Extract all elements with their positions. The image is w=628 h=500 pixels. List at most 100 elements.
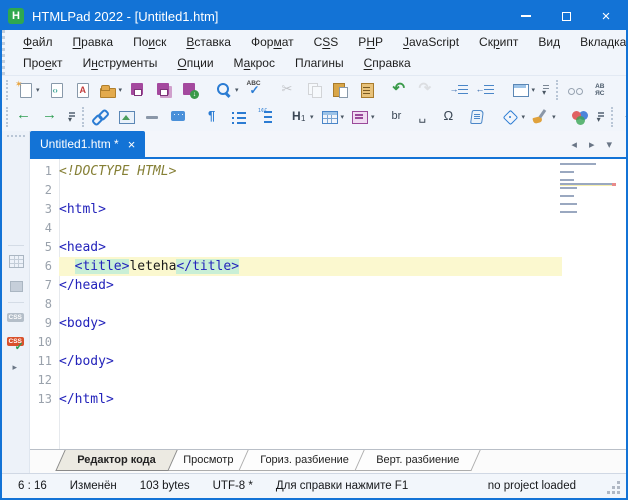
menu-format[interactable]: Формат [241,33,304,51]
menu-php[interactable]: PHP [348,33,393,51]
view-tab-horizontal-split[interactable]: Гориз. разбиение [238,450,370,471]
special-characters-button[interactable]: ▾ [618,105,628,129]
insert-nbsp-button[interactable] [413,105,437,129]
open-file-button[interactable]: ▾ [96,78,125,102]
format-painter-button[interactable]: ▾ [529,105,558,129]
spell-check-button[interactable] [243,78,267,102]
insert-script-button[interactable] [465,105,489,129]
color-picker-button[interactable] [568,105,592,129]
toolbar-gripper[interactable] [82,107,84,127]
chunk-overflow-button[interactable] [539,78,553,102]
search-button[interactable]: ▾ [212,78,241,102]
navigate-forward-button[interactable] [39,105,63,129]
insert-image-icon [117,108,137,126]
toolbar-gripper[interactable] [556,80,558,100]
toolbar-gripper[interactable] [6,107,8,127]
nav-overflow-button[interactable] [65,105,79,129]
insert-form-button[interactable]: ▾ [348,105,377,129]
minimize-button[interactable] [506,2,546,30]
side-toolbar [2,131,30,473]
insert-image-button[interactable] [115,105,139,129]
copy-button[interactable] [303,78,327,102]
insert-heading-button[interactable]: ▾ [287,105,316,129]
prev-tab-button[interactable]: ◂ [565,138,583,151]
table-helper-button[interactable] [4,249,28,273]
replace-translit-button[interactable] [589,78,613,102]
menu-edit[interactable]: Правка [63,33,124,51]
code-editor[interactable]: 1<!DOCTYPE HTML>23<html>45<head>6 <title… [30,159,626,449]
insert-symbol-button[interactable] [439,105,463,129]
snippet-add-button[interactable] [4,142,28,166]
menu-tools[interactable]: Инструменты [73,54,168,72]
cut-button[interactable] [277,78,301,102]
navigate-back-button[interactable] [13,105,37,129]
new-file-button[interactable]: ▾ [13,78,42,102]
side-toolbar-gripper[interactable] [7,135,25,139]
undo-button[interactable] [389,78,413,102]
html-overflow-button[interactable] [594,105,608,129]
insert-br-button[interactable] [387,105,411,129]
insert-paragraph-button[interactable] [201,105,225,129]
resize-grip[interactable] [617,481,620,484]
css-check-button[interactable] [4,331,28,355]
minimap[interactable] [560,162,616,208]
snippet-button[interactable] [4,167,28,191]
menu-css[interactable]: CSS [304,33,349,51]
outdent-button[interactable] [475,78,499,102]
div-helper-button[interactable] [4,274,28,298]
close-button[interactable]: × [586,2,626,30]
tab-close-icon[interactable]: × [128,138,136,151]
insert-link-button[interactable] [89,105,113,129]
menu-macro[interactable]: Макрос [224,54,285,72]
menu-tab[interactable]: Вкладка [570,33,628,51]
view-tab-code-editor[interactable]: Редактор кода [55,450,177,471]
css-validate-button[interactable] [4,306,28,330]
code-text: <html> [59,200,562,219]
insert-tag-button[interactable]: ▾ [499,105,528,129]
toolbar-gripper[interactable] [611,107,613,127]
code-lines: 1<!DOCTYPE HTML>23<html>45<head>6 <title… [30,159,626,409]
matched-tag: <title> [75,259,130,274]
save-as-button[interactable] [178,78,202,102]
menu-help[interactable]: Справка [354,54,421,72]
clipboard-history-button[interactable] [355,78,379,102]
page-layout-button[interactable]: ▾ [509,78,538,102]
view-tab-vertical-split[interactable]: Верт. разбиение [354,450,481,471]
insert-hr-button[interactable] [141,105,165,129]
tab-list-button[interactable]: ▾ [600,138,618,151]
menu-project[interactable]: Проект [13,54,73,72]
code-segment: <!DOCTYPE HTML> [59,164,176,179]
toolbar-gripper[interactable] [6,80,8,100]
insert-ul-button[interactable] [227,105,251,129]
maximize-button[interactable] [546,2,586,30]
redo-button[interactable] [415,78,439,102]
find-button[interactable] [563,78,587,102]
snippet-insert-button[interactable] [4,192,28,216]
menu-options[interactable]: Опции [167,54,223,72]
menu-insert[interactable]: Вставка [176,33,241,51]
menu-script[interactable]: Скрипт [469,33,528,51]
menu-view[interactable]: Вид [528,33,570,51]
insert-ol-button[interactable] [253,105,277,129]
collapse-panel-button[interactable] [4,356,28,380]
insert-table-button[interactable]: ▾ [318,105,347,129]
menu-plugins[interactable]: Плагины [285,54,354,72]
menu-search[interactable]: Поиск [123,33,176,51]
code-segment [59,259,75,274]
snippet-close-button[interactable] [4,217,28,241]
insert-comment-button[interactable] [167,105,191,129]
indent-button[interactable] [449,78,473,102]
html-overflow-icon [596,108,606,126]
save-button[interactable] [126,78,150,102]
outdent-icon [477,81,497,99]
paste-button[interactable] [329,78,353,102]
find-in-files-button[interactable] [623,78,628,102]
save-all-button[interactable] [152,78,176,102]
title-bar[interactable]: H HTMLPad 2022 - [Untitled1.htm] × [2,2,626,30]
new-from-template-button[interactable] [44,78,68,102]
next-tab-button[interactable]: ▸ [583,138,601,151]
document-tab[interactable]: Untitled1.htm * × [30,131,145,157]
new-text-document-button[interactable] [70,78,94,102]
menu-javascript[interactable]: JavaScript [393,33,469,51]
menu-file[interactable]: Файл [13,33,63,51]
